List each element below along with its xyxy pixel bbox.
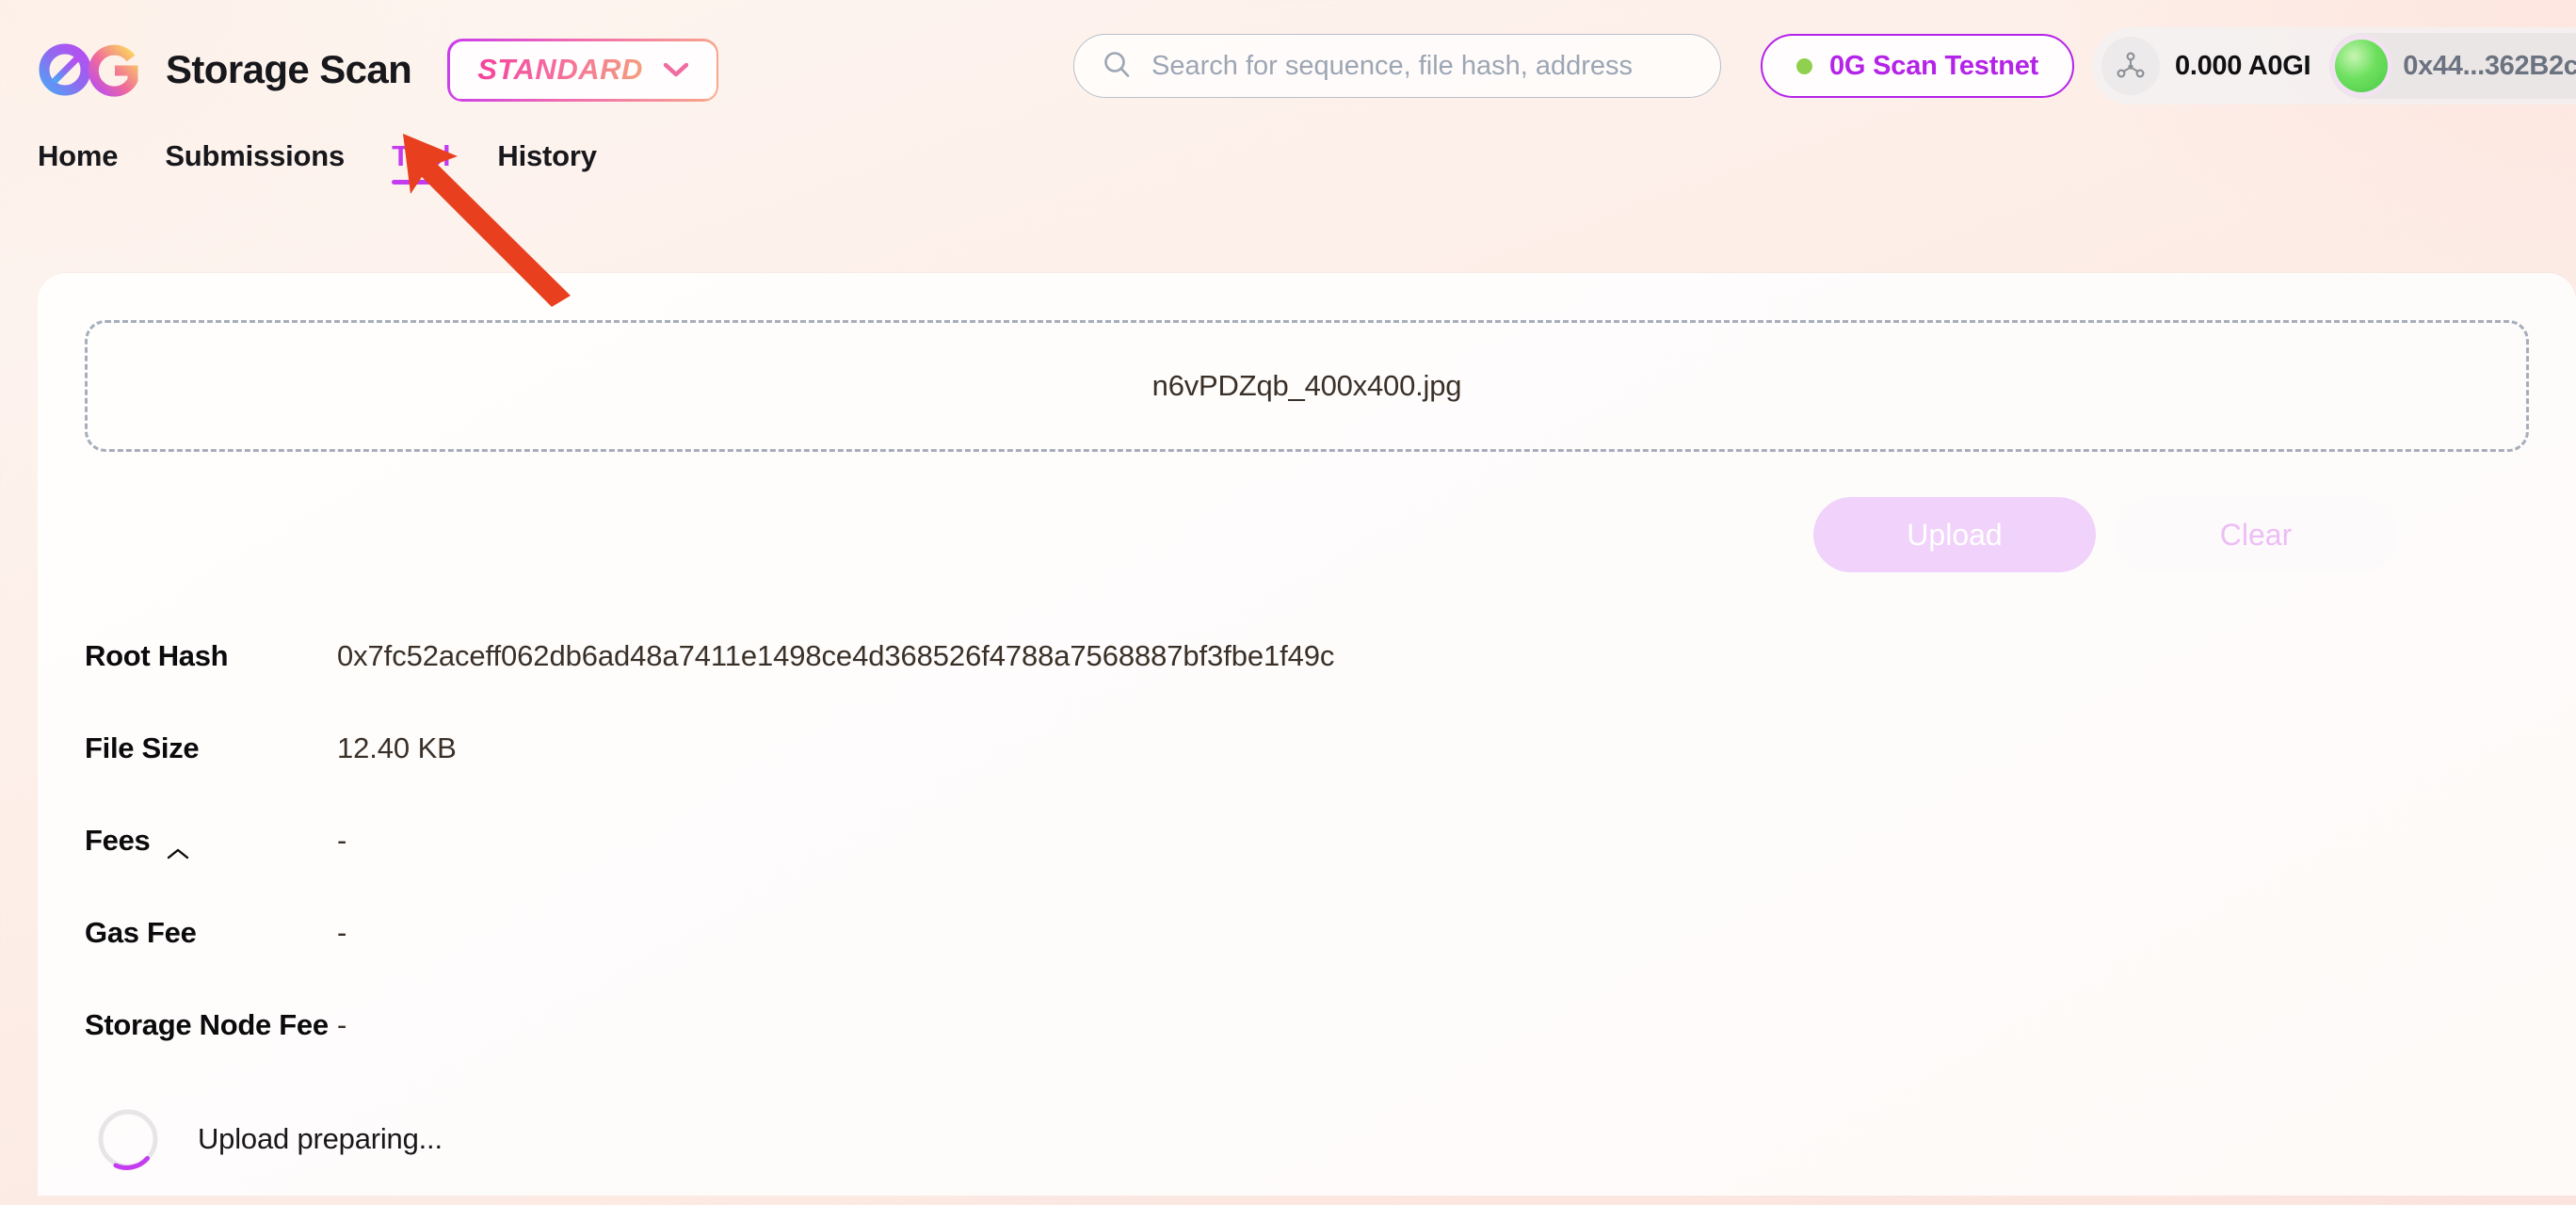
- chevron-up-icon[interactable]: [167, 834, 189, 860]
- detail-label-storage-node-fee: Storage Node Fee: [85, 1008, 329, 1041]
- tab-tool[interactable]: Tool: [392, 139, 451, 188]
- tool-panel: n6vPDZqb_400x400.jpg Upload Clear Root H…: [38, 273, 2576, 1196]
- search-icon: [1103, 50, 1131, 83]
- standard-selector[interactable]: STANDARD: [449, 40, 716, 99]
- wallet-balance: 0.000 A0GI: [2175, 50, 2311, 81]
- wallet-widget[interactable]: 0.000 A0GI 0x44...362B2c: [2092, 27, 2576, 104]
- file-details: Root Hash 0x7fc52aceff062db6ad48a7411e14…: [85, 610, 2529, 1071]
- upload-button[interactable]: Upload: [1813, 497, 2096, 572]
- detail-label-root-hash: Root Hash: [85, 639, 229, 672]
- detail-row-gas-fee: Gas Fee -: [85, 887, 2529, 979]
- detail-label-gas-fee: Gas Fee: [85, 916, 197, 949]
- action-buttons: Upload Clear: [85, 497, 2529, 572]
- 0g-logo-icon: [38, 42, 143, 97]
- tab-home-label: Home: [38, 139, 119, 172]
- chevron-down-icon: [663, 62, 689, 77]
- tab-home[interactable]: Home: [38, 139, 119, 188]
- dropzone-filename: n6vPDZqb_400x400.jpg: [1151, 369, 1462, 402]
- tab-tool-label: Tool: [392, 139, 451, 172]
- standard-selector-label: STANDARD: [477, 53, 643, 86]
- wallet-address: 0x44...362B2c: [2403, 50, 2576, 81]
- detail-value-file-size: 12.40 KB: [337, 731, 457, 764]
- detail-row-fees[interactable]: Fees -: [85, 795, 2529, 887]
- page-title: Storage Scan: [166, 47, 412, 91]
- search-input[interactable]: [1151, 35, 1692, 97]
- tab-submissions[interactable]: Submissions: [165, 139, 345, 188]
- tab-submissions-label: Submissions: [165, 139, 346, 172]
- nodes-graph-icon: [2101, 37, 2160, 95]
- brand: Storage Scan: [38, 42, 412, 97]
- network-selector[interactable]: 0G Scan Testnet: [1761, 34, 2075, 98]
- upload-status-text: Upload preparing...: [198, 1122, 443, 1155]
- network-label: 0G Scan Testnet: [1829, 50, 2039, 81]
- loading-spinner-icon: [96, 1107, 160, 1171]
- avatar: [2335, 40, 2389, 92]
- detail-row-root-hash: Root Hash 0x7fc52aceff062db6ad48a7411e14…: [85, 610, 2529, 702]
- detail-label-fees-text: Fees: [85, 824, 151, 857]
- tab-history[interactable]: History: [497, 139, 597, 188]
- detail-row-storage-node-fee: Storage Node Fee -: [85, 979, 2529, 1071]
- tab-history-label: History: [497, 139, 597, 172]
- detail-value-storage-node-fee: -: [337, 1008, 347, 1041]
- search-container: [1073, 34, 1721, 98]
- detail-label-fees: Fees: [85, 824, 337, 860]
- clear-button[interactable]: Clear: [2115, 497, 2397, 572]
- detail-label-file-size: File Size: [85, 731, 200, 764]
- search-box[interactable]: [1073, 34, 1721, 98]
- wallet-address-button[interactable]: 0x44...362B2c: [2329, 33, 2576, 99]
- detail-value-root-hash: 0x7fc52aceff062db6ad48a7411e1498ce4d3685…: [337, 639, 1335, 672]
- network-status-dot-icon: [1796, 57, 1812, 74]
- app-header: Storage Scan STANDARD 0G Scan Testnet: [0, 0, 2576, 139]
- detail-value-fees: -: [337, 824, 347, 857]
- detail-row-file-size: File Size 12.40 KB: [85, 702, 2529, 795]
- main-nav: Home Submissions Tool History: [0, 139, 2576, 211]
- file-dropzone[interactable]: n6vPDZqb_400x400.jpg: [85, 320, 2529, 452]
- detail-value-gas-fee: -: [337, 916, 347, 949]
- upload-status: Upload preparing...: [85, 1107, 2529, 1171]
